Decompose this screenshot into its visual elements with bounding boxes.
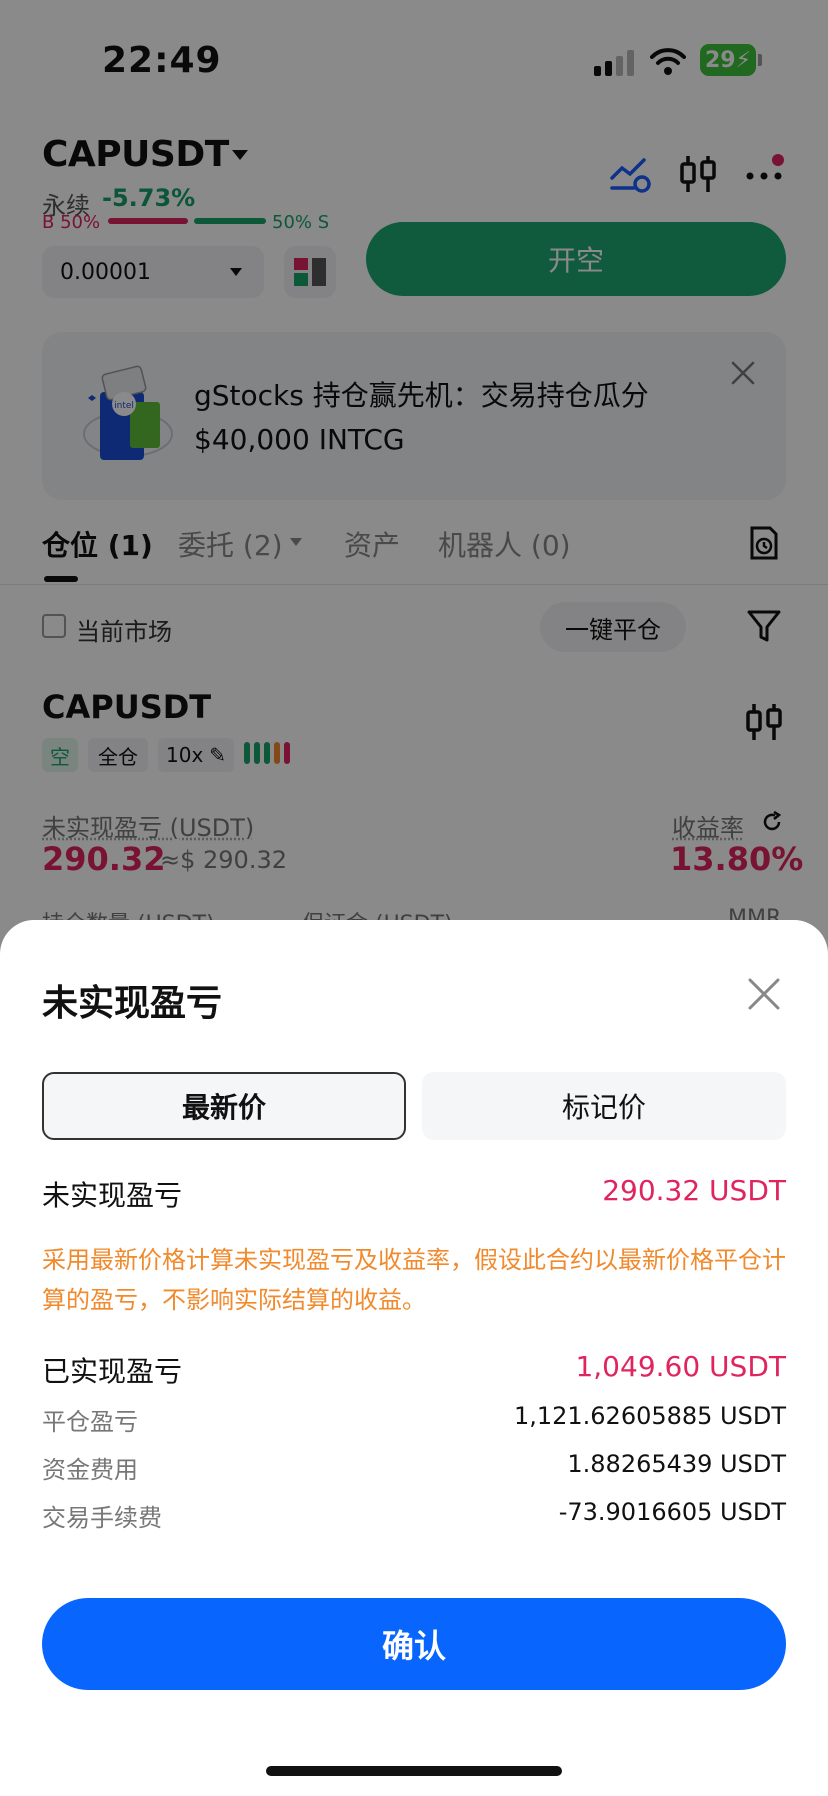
funding-fee-value: 1.88265439 USDT xyxy=(567,1450,786,1478)
sheet-title: 未实现盈亏 xyxy=(42,983,223,1024)
realized-pnl-value: 1,049.60 USDT xyxy=(575,1350,786,1383)
close-icon[interactable] xyxy=(746,976,782,1012)
home-indicator[interactable] xyxy=(266,1766,562,1776)
seg-mark-price[interactable]: 标记价 xyxy=(422,1072,786,1140)
pnl-note: 采用最新价格计算未实现盈亏及收益率，假设此合约以最新价格平仓计算的盈亏，不影响实… xyxy=(42,1246,786,1314)
close-pnl-label: 平仓盈亏 xyxy=(42,1408,138,1436)
unrealized-pnl-row-label: 未实现盈亏 xyxy=(42,1179,183,1212)
trading-fee-label: 交易手续费 xyxy=(42,1504,162,1532)
seg-latest-price[interactable]: 最新价 xyxy=(42,1072,406,1140)
trading-fee-value: -73.9016605 USDT xyxy=(558,1498,786,1526)
funding-fee-label: 资金费用 xyxy=(42,1456,138,1484)
close-pnl-value: 1,121.62605885 USDT xyxy=(513,1402,786,1430)
confirm-button[interactable]: 确认 xyxy=(42,1598,786,1690)
unrealized-pnl-row-value: 290.32 USDT xyxy=(602,1174,786,1207)
realized-pnl-label: 已实现盈亏 xyxy=(42,1355,183,1388)
